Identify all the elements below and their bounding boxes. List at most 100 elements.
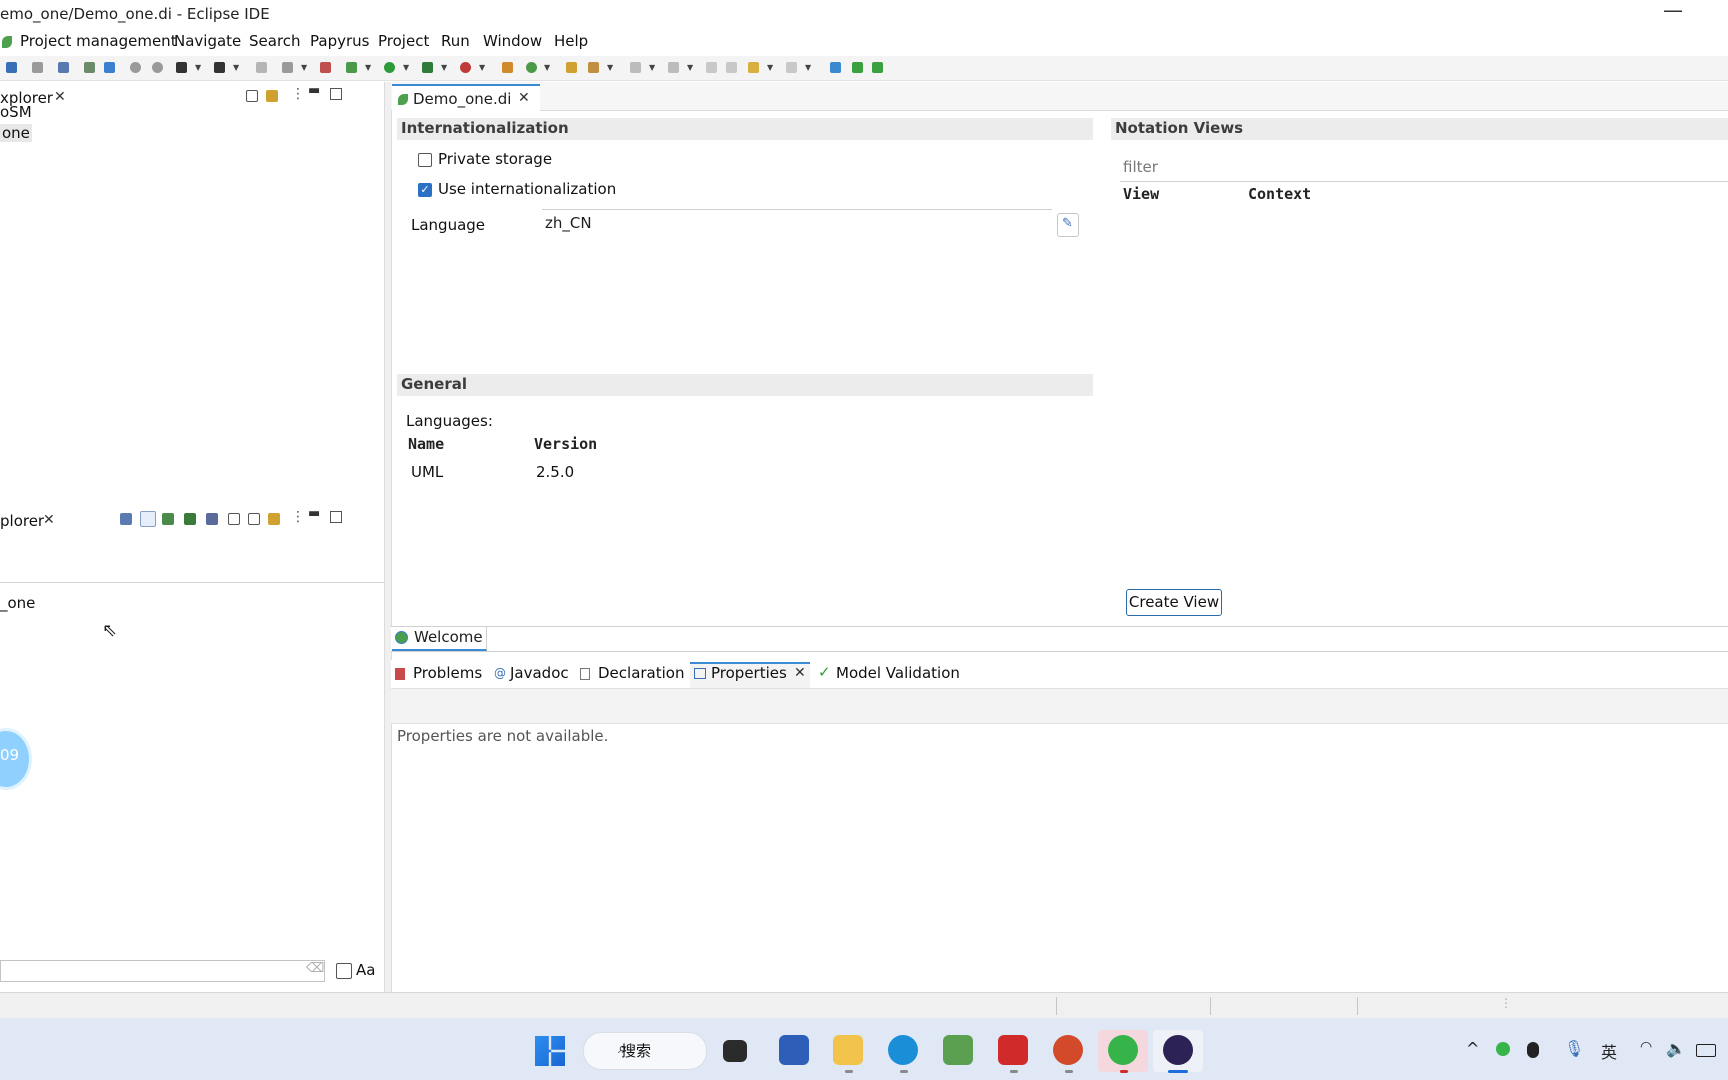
status-grip-icon[interactable]: ⋮ xyxy=(1500,996,1512,1010)
language-edit-button[interactable]: ✎ xyxy=(1057,213,1079,237)
dropdown-arrow-icon[interactable]: ▼ xyxy=(479,63,485,72)
menu-window[interactable]: Window xyxy=(483,32,542,50)
dropdown-arrow-icon[interactable]: ▼ xyxy=(301,63,307,72)
use-internationalization-checkbox[interactable]: ✓ xyxy=(418,183,432,197)
filter-icon[interactable] xyxy=(184,513,196,525)
close-icon[interactable]: ✕ xyxy=(54,89,66,105)
prev-annotation-icon[interactable] xyxy=(668,62,679,73)
tree-item-selected[interactable]: one xyxy=(0,124,32,142)
volume-icon[interactable]: 🔈 xyxy=(1666,1039,1686,1058)
new-class-icon[interactable] xyxy=(526,62,537,73)
dropdown-arrow-icon[interactable]: ▼ xyxy=(607,63,613,72)
sort-icon[interactable] xyxy=(206,513,218,525)
clear-filter-icon[interactable]: ⌫ xyxy=(306,961,324,976)
sash-divider[interactable] xyxy=(384,82,392,992)
close-icon[interactable]: ✕ xyxy=(794,665,806,681)
collapse-all-icon[interactable] xyxy=(248,513,260,525)
spreadsheet-app-icon[interactable] xyxy=(943,1035,973,1065)
match-case-checkbox[interactable] xyxy=(336,963,352,979)
microphone-icon[interactable]: 🎙 xyxy=(1564,1039,1584,1058)
tray-overflow-icon[interactable]: ^ xyxy=(1466,1039,1479,1058)
welcome-tab[interactable]: Welcome xyxy=(392,627,487,651)
dropdown-arrow-icon[interactable]: ▼ xyxy=(767,63,773,72)
column-header-context[interactable]: Context xyxy=(1248,185,1311,203)
forward-icon[interactable] xyxy=(786,62,797,73)
package-icon[interactable] xyxy=(502,62,513,73)
project-explorer-tab[interactable]: plorer xyxy=(0,512,44,530)
expand-all-icon[interactable] xyxy=(228,513,240,525)
tab-problems[interactable]: Problems xyxy=(413,664,482,682)
dropdown-arrow-icon[interactable]: ▼ xyxy=(233,63,239,72)
tab-declaration[interactable]: Declaration xyxy=(598,664,684,682)
acrobat-icon[interactable] xyxy=(998,1035,1028,1065)
notation-views-section-header[interactable]: Notation Views xyxy=(1111,118,1728,140)
back-icon[interactable] xyxy=(748,62,759,73)
menu-papyrus[interactable]: Papyrus xyxy=(310,32,369,50)
language-field[interactable]: zh_CN xyxy=(542,209,1052,238)
powerpoint-icon[interactable] xyxy=(1053,1035,1083,1065)
eclipse-icon[interactable] xyxy=(1163,1035,1193,1065)
link-icon[interactable] xyxy=(58,62,69,73)
close-icon[interactable]: ✕ xyxy=(518,90,530,106)
table-cell[interactable]: 2.5.0 xyxy=(536,463,574,481)
wifi-icon[interactable]: ◠ xyxy=(1640,1039,1652,1055)
tray-qq-icon[interactable] xyxy=(1527,1042,1539,1058)
menu-navigate[interactable]: Navigate xyxy=(174,32,241,50)
column-header-view[interactable]: View xyxy=(1123,185,1159,203)
battery-icon[interactable] xyxy=(1696,1044,1716,1057)
copy-icon[interactable] xyxy=(256,62,267,73)
view-menu-icon[interactable]: ⋮ xyxy=(291,509,305,525)
tree-item[interactable]: oSM xyxy=(0,103,32,121)
tree-icon[interactable] xyxy=(84,62,95,73)
save-icon[interactable] xyxy=(6,62,17,73)
column-header-version[interactable]: Version xyxy=(534,435,597,453)
forward-edit-icon[interactable] xyxy=(726,62,737,73)
maximize-icon[interactable] xyxy=(330,511,342,523)
menu-run[interactable]: Run xyxy=(441,32,470,50)
tab-javadoc[interactable]: Javadoc xyxy=(510,664,569,682)
grid-icon[interactable] xyxy=(214,62,225,73)
dropdown-arrow-icon[interactable]: ▼ xyxy=(441,63,447,72)
ime-indicator[interactable]: 英 xyxy=(1601,1039,1617,1063)
maximize-icon[interactable] xyxy=(330,88,342,100)
private-storage-checkbox[interactable] xyxy=(418,153,432,167)
nav-back-icon[interactable] xyxy=(852,62,863,73)
table-cell[interactable]: UML xyxy=(411,463,443,481)
general-section-header[interactable]: General xyxy=(397,374,1093,396)
dropdown-arrow-icon[interactable]: ▼ xyxy=(687,63,693,72)
debug-icon[interactable] xyxy=(320,62,331,73)
run-icon[interactable] xyxy=(384,62,395,73)
menu-search[interactable]: Search xyxy=(249,32,301,50)
last-edit-icon[interactable] xyxy=(706,62,717,73)
next-annotation-icon[interactable] xyxy=(630,62,641,73)
menu-help[interactable]: Help xyxy=(554,32,588,50)
file-explorer-icon[interactable] xyxy=(833,1035,863,1065)
column-header-name[interactable]: Name xyxy=(408,435,444,453)
minimize-button[interactable]: — xyxy=(1663,0,1683,22)
list-icon[interactable] xyxy=(120,513,132,525)
save-app-icon[interactable] xyxy=(779,1035,809,1065)
bug-icon[interactable] xyxy=(346,62,357,73)
explorer-filter-input[interactable] xyxy=(0,960,325,982)
circle-icon[interactable] xyxy=(130,62,141,73)
close-icon[interactable]: ✕ xyxy=(43,512,55,528)
pin-editor-icon[interactable] xyxy=(830,62,841,73)
document-icon[interactable] xyxy=(176,62,187,73)
minimize-icon[interactable]: ▬ xyxy=(308,83,320,98)
run-config-icon[interactable] xyxy=(422,62,433,73)
dropdown-arrow-icon[interactable]: ▼ xyxy=(649,63,655,72)
task-view-icon[interactable] xyxy=(723,1040,747,1062)
chart-icon[interactable] xyxy=(162,513,174,525)
tab-properties[interactable]: Properties xyxy=(711,664,787,682)
dropdown-arrow-icon[interactable]: ▼ xyxy=(805,63,811,72)
tab-model-validation[interactable]: Model Validation xyxy=(836,664,960,682)
hierarchy-icon[interactable] xyxy=(140,511,156,527)
edge-icon[interactable] xyxy=(888,1035,918,1065)
editor-tab-demo-one[interactable]: Demo_one.di ✕ xyxy=(392,84,540,112)
tree-item[interactable]: _one xyxy=(0,594,35,612)
collapse-all-icon[interactable] xyxy=(246,90,258,102)
create-view-button[interactable]: Create View xyxy=(1126,589,1222,616)
menu-project-management[interactable]: Project management xyxy=(20,32,177,50)
dropdown-arrow-icon[interactable]: ▼ xyxy=(195,63,201,72)
circle-icon[interactable] xyxy=(152,62,163,73)
